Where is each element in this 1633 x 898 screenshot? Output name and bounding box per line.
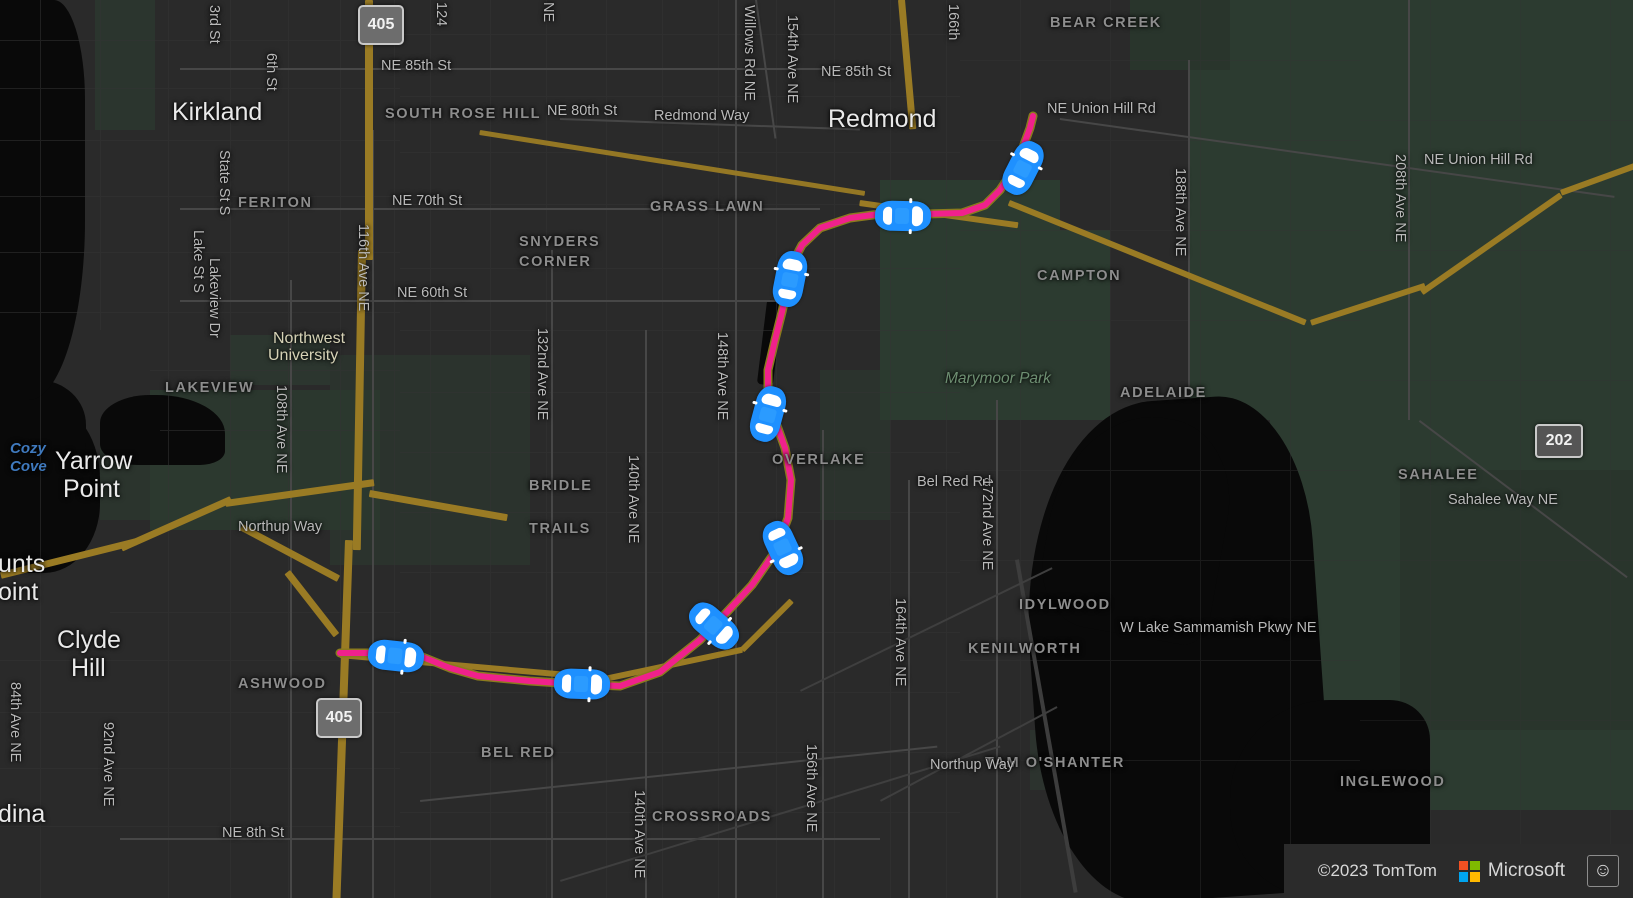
- ms-square-yellow: [1470, 872, 1480, 882]
- microsoft-logo: Microsoft: [1458, 860, 1565, 882]
- vehicle-rear-window: [375, 644, 387, 664]
- vehicle-marker[interactable]: [553, 666, 611, 703]
- vehicle-roof: [573, 675, 589, 693]
- ms-square-blue: [1458, 872, 1469, 882]
- feedback-smiley-icon[interactable]: ☺: [1587, 855, 1619, 887]
- vehicle-windshield: [911, 206, 924, 227]
- vehicle-marker[interactable]: [874, 198, 932, 235]
- vehicle-mirror-left: [588, 666, 592, 672]
- microsoft-wordmark: Microsoft: [1487, 860, 1565, 881]
- vehicle-marker[interactable]: [366, 638, 426, 675]
- ms-square-red: [1458, 860, 1469, 870]
- vehicle-roof: [780, 271, 799, 289]
- highway-shield: 405: [358, 5, 404, 45]
- vehicle-rear-window: [561, 674, 572, 693]
- vehicle-mirror-left: [909, 198, 913, 204]
- microsoft-logo-squares: [1458, 860, 1480, 882]
- vehicle-mirror-right: [587, 697, 591, 703]
- attribution-bar: ©2023 TomTom Microsoft ☺: [1283, 844, 1633, 898]
- vehicle-rear-window: [882, 206, 893, 225]
- map-canvas[interactable]: Kirkland Redmond Yarrow Point Clyde Hill unts o…: [0, 0, 1633, 898]
- vehicle-mirror-right: [908, 229, 912, 235]
- vehicle-roof: [894, 207, 910, 225]
- vehicle-roof: [387, 647, 403, 665]
- route-layer: [335, 111, 1038, 691]
- ms-square-green: [1470, 860, 1480, 870]
- copyright-text: ©2023 TomTom: [1317, 861, 1437, 880]
- highway-shield: 405: [316, 698, 362, 738]
- highway-shield: 202: [1535, 424, 1583, 458]
